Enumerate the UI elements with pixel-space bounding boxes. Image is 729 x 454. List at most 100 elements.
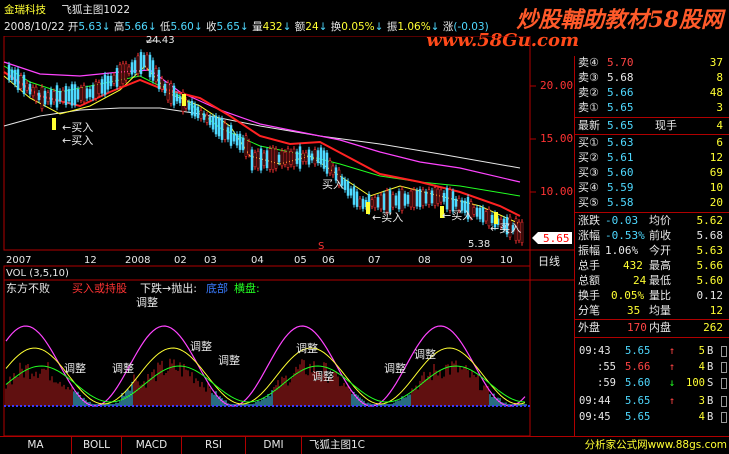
bid-row-3[interactable]: 买③ 5.60 69 — [575, 166, 727, 180]
scrollbar[interactable] — [721, 412, 727, 423]
indicator-name: 东方不败 — [6, 281, 50, 295]
adjust-label: 调整 — [312, 369, 334, 383]
stat-label: 最低 — [649, 274, 671, 287]
candle-body — [76, 89, 80, 100]
panel-divider — [575, 337, 729, 338]
candle-body — [169, 83, 173, 104]
tab-boll[interactable]: BOLL — [72, 437, 122, 454]
stat-label: 分笔 — [578, 304, 600, 317]
candle-body — [298, 146, 302, 169]
candle-body — [394, 195, 398, 206]
scrollbar[interactable] — [721, 396, 727, 407]
panel-divider — [575, 212, 729, 213]
buy-signal-label: ←买入 — [62, 134, 93, 147]
candle-body — [385, 190, 389, 213]
scrollbar[interactable] — [721, 378, 727, 389]
bid-label: 买⑤ — [578, 196, 599, 209]
candle-body — [100, 79, 104, 94]
candle-body — [406, 194, 410, 204]
ask-row-2[interactable]: 卖② 5.66 48 — [575, 86, 727, 100]
candle-body — [25, 82, 29, 91]
bid-label: 买① — [578, 136, 599, 149]
candle-body — [319, 147, 323, 165]
stat-value: 5.63 — [696, 244, 724, 257]
candle-body — [10, 69, 14, 81]
candle-body — [253, 152, 257, 168]
candle-body — [484, 211, 488, 222]
candle-body — [520, 221, 524, 244]
candle-body — [142, 55, 146, 68]
panel-divider — [575, 117, 729, 118]
candle-body — [43, 90, 47, 105]
x-axis-label: 02 — [174, 255, 187, 266]
candle-body — [166, 82, 170, 101]
stat-label: 量比 — [649, 289, 671, 302]
tab-macd[interactable]: MACD — [122, 437, 182, 454]
candle-body — [262, 152, 266, 166]
candle-body — [373, 197, 377, 209]
amount-value: 24 — [305, 21, 319, 33]
candle-body — [286, 148, 290, 168]
x-axis-label: 10 — [500, 255, 513, 266]
candle-body — [322, 150, 326, 169]
candle-body — [301, 152, 305, 162]
candle-body — [445, 188, 449, 210]
candle-body — [409, 190, 413, 208]
stock-name[interactable]: 金瑞科技 — [4, 4, 46, 16]
stat-label: 均价 — [649, 214, 671, 227]
chart-area[interactable]: 20.00 15.00 10.00 5.65 日线 2007 12 2008 0… — [0, 36, 574, 436]
ask-row-4[interactable]: 卖④ 5.70 37 — [575, 56, 727, 70]
candle-body — [370, 199, 374, 207]
candle-body — [397, 191, 401, 210]
bid-row-2[interactable]: 买② 5.61 12 — [575, 151, 727, 165]
candle-body — [220, 118, 224, 140]
candle-body — [40, 86, 44, 109]
candle-body — [280, 150, 284, 167]
signal-candle — [366, 202, 370, 214]
candle-body — [22, 74, 26, 94]
candle-body — [127, 66, 131, 74]
tick-price: 5.65 — [625, 411, 651, 423]
ask-label: 卖④ — [578, 56, 599, 69]
candle-body — [118, 64, 122, 87]
period-label[interactable]: 日线 — [538, 254, 560, 268]
tick-volume: 4 — [698, 411, 705, 423]
candle-body — [259, 148, 263, 171]
oscillator-yellow — [5, 347, 526, 405]
tab-main-chart[interactable]: 飞狐主图1C — [302, 437, 372, 454]
tick-volume: 5 — [698, 345, 705, 357]
footer-site-text: 分析家公式网www.88gs.com — [584, 439, 727, 451]
candle-body — [202, 113, 206, 120]
signal-s-marker: S — [318, 241, 324, 252]
close-value: 5.65 — [216, 21, 240, 33]
candle-body — [481, 207, 485, 223]
candle-body — [391, 194, 395, 208]
panel-divider — [575, 134, 729, 135]
candle-body — [403, 193, 407, 206]
candle-body — [238, 133, 242, 150]
ask-row-3[interactable]: 卖③ 5.68 8 — [575, 71, 727, 85]
candle-body — [304, 152, 308, 162]
tab-ma[interactable]: MA — [0, 437, 72, 454]
tab-dmi[interactable]: DMI — [246, 437, 302, 454]
tab-rsi[interactable]: RSI — [182, 437, 246, 454]
stat-label: 振幅 — [578, 244, 600, 257]
candle-body — [283, 151, 287, 165]
legend-flat: 横盘: — [234, 281, 260, 295]
candle-body — [214, 115, 218, 135]
latest-label: 最新 — [578, 119, 600, 132]
candle-body — [199, 110, 203, 119]
bid-row-1[interactable]: 买① 5.63 6 — [575, 136, 727, 150]
stats-row: 涨跌 -0.03 均价 5.62 — [575, 214, 727, 228]
candle-body — [235, 134, 239, 146]
bid-row-5[interactable]: 买⑤ 5.58 20 — [575, 196, 727, 210]
x-axis-label: 06 — [322, 255, 335, 266]
scrollbar[interactable] — [721, 362, 727, 373]
tick-side: B — [707, 361, 714, 373]
x-axis-label: 09 — [460, 255, 473, 266]
scrollbar[interactable] — [721, 346, 727, 357]
ask-row-1[interactable]: 卖① 5.65 3 — [575, 101, 727, 115]
bid-row-4[interactable]: 买④ 5.59 10 — [575, 181, 727, 195]
high-value: 5.66 — [124, 21, 148, 33]
bid-price: 5.61 — [607, 151, 634, 164]
